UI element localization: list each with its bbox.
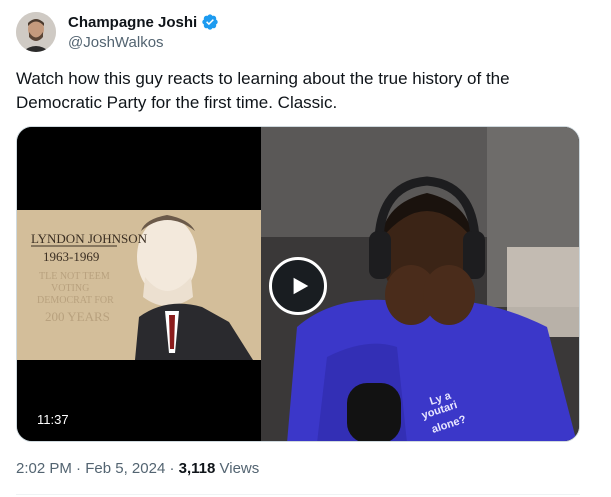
avatar[interactable]	[16, 12, 56, 52]
views-count: 3,118	[178, 460, 216, 477]
meta-separator: ·	[76, 460, 82, 477]
video-faded-text: VOTING	[51, 283, 89, 294]
tweet: Champagne Joshi @JoshWalkos Watch how th…	[0, 0, 611, 497]
video-duration: 11:37	[37, 412, 69, 427]
play-icon	[293, 277, 309, 295]
meta-separator: ·	[169, 460, 175, 477]
handle[interactable]: @JoshWalkos	[68, 34, 164, 51]
tweet-text-line: Democratic Party for the first time. Cla…	[16, 93, 338, 112]
tweet-text: Watch how this guy reacts to learning ab…	[16, 67, 576, 115]
tweet-time: 2:02 PM	[16, 460, 72, 477]
divider	[16, 494, 580, 495]
views-label: Views	[219, 460, 260, 477]
video-faded-text: 200 YEARS	[45, 309, 110, 324]
tweet-meta: 2:02 PM · Feb 5, 2024 · 3,118 Views	[16, 460, 259, 477]
tweet-date: Feb 5, 2024	[85, 460, 166, 477]
verified-badge-icon[interactable]	[201, 13, 219, 31]
display-name[interactable]: Champagne Joshi	[68, 14, 197, 31]
video-faded-text: DEMOCRAT FOR	[37, 295, 114, 306]
video-faded-text: TLE NOT TEEM	[39, 271, 110, 282]
tweet-timestamp[interactable]: 2:02 PM · Feb 5, 2024	[16, 460, 165, 477]
video-caption-name: LYNDON JOHNSON	[31, 231, 148, 246]
video-caption-years: 1963-1969	[43, 249, 99, 264]
play-button[interactable]	[269, 257, 327, 315]
avatar-image	[16, 12, 56, 52]
display-name-row: Champagne Joshi	[68, 13, 219, 31]
tweet-text-line: Watch how this guy reacts to learning ab…	[16, 69, 510, 88]
video-player[interactable]: Ly a youtari alone? LYNDON JOHNSON 1963-…	[16, 126, 580, 442]
